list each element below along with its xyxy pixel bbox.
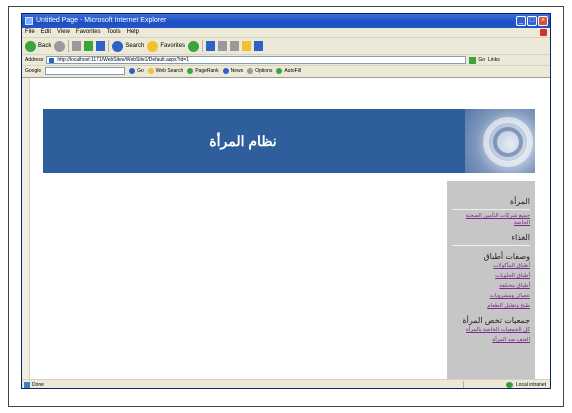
nav-heading-food: الغذاء [511,233,530,242]
close-button[interactable]: × [538,16,548,26]
options-label: Options [255,68,273,74]
nav-link-all-associations[interactable]: كل الجمعيات الخاصة بالمرأة [452,327,530,334]
windows-logo-icon [540,29,547,36]
banner-title: نظام المرأة [209,133,277,149]
google-autofill[interactable]: AutoFill [276,68,301,74]
web-search-icon [147,68,154,74]
news-icon [222,68,229,74]
web-search-label: Web Search [155,68,184,74]
nav-link-violence[interactable]: العنف ضد المرأة [452,337,530,344]
menu-bar: File Edit View Favorites Tools Help [22,28,550,37]
menu-file[interactable]: File [25,28,35,37]
page-banner: نظام المرأة [43,109,535,173]
done-page-icon [24,382,30,388]
stop-icon[interactable] [72,41,82,51]
window-controls: _ □ × [516,16,548,26]
google-search-input[interactable] [45,67,126,75]
menu-favorites[interactable]: Favorites [76,28,101,37]
minimize-button[interactable]: _ [516,16,526,26]
nav-link-misc[interactable]: أطباق مختلفة [452,283,530,290]
search-icon [112,40,124,52]
google-web-search[interactable]: Web Search [147,68,184,74]
google-options[interactable]: Options [247,68,272,74]
google-pagerank[interactable]: PageRank [187,68,219,74]
favorites-label: Favorites [160,43,186,49]
ie-icon [25,17,33,25]
menu-help[interactable]: Help [127,28,139,37]
menu-tools[interactable]: Tools [107,28,121,37]
standard-toolbar: Back Search Favorites [22,37,550,54]
status-bar: Done Local intranet [22,379,550,388]
google-label: Google [25,68,42,74]
status-text: Done [32,382,44,388]
status-divider [463,381,464,388]
nav-link-dishes[interactable]: أطباق المأكولات [452,263,530,270]
google-news[interactable]: News [222,68,244,74]
pagerank-icon [187,68,194,74]
print-icon[interactable] [230,41,240,51]
toolbar-separator [108,40,110,52]
nav-link-insurance[interactable]: جميع شركات التأمين الصحية الخاصة [452,213,530,227]
menu-view[interactable]: View [57,28,70,37]
refresh-icon[interactable] [84,41,94,51]
nav-link-drinks[interactable]: عصائر ومشروبات [452,293,530,300]
mail-icon[interactable] [218,41,228,51]
back-arrow-icon [25,40,36,52]
menu-edit[interactable]: Edit [41,28,51,37]
nav-heading-recipes: وصفات أطباق [483,252,530,261]
nav-heading-woman: المرأة [509,197,530,206]
options-icon [247,68,254,74]
intranet-icon [505,382,513,388]
google-go-button[interactable]: Go [129,68,144,74]
disc-inner-graphic [493,127,523,157]
go-button[interactable]: Go [469,56,486,64]
favorites-button[interactable]: Favorites [147,40,186,52]
address-bar: Address http://localhost:1171/WebSites/W… [22,54,550,65]
home-icon[interactable] [96,41,106,51]
google-toolbar: Google Go Web Search PageRank News Optio… [22,65,550,76]
toolbar-separator [202,40,204,52]
nav-link-desserts[interactable]: أطباق الحلويات [452,273,530,280]
go-arrow-icon [469,56,477,64]
address-label: Address [25,57,44,63]
vertical-scrollbar[interactable] [22,78,30,379]
news-label: News [230,68,244,74]
history-icon[interactable] [206,41,216,51]
star-icon [147,40,159,52]
google-go-label: Go [137,68,144,74]
security-zone: Local intranet [505,380,546,388]
back-label: Back [38,43,52,49]
search-label: Search [125,43,145,49]
nav-divider [452,209,530,210]
nav-link-cooking[interactable]: طبخ وتقليل الطعام [452,303,530,310]
folder-icon[interactable] [242,41,252,51]
maximize-button[interactable]: □ [527,16,537,26]
messenger-icon[interactable] [254,41,264,51]
banner-disc-image [465,109,535,173]
title-bar[interactable]: Untitled Page - Microsoft Internet Explo… [22,14,550,28]
forward-button[interactable] [54,40,66,52]
right-sidebar-nav: المرأة جميع شركات التأمين الصحية الخاصة … [447,181,535,379]
address-input[interactable]: http://localhost:1171/WebSites/WebSite1/… [46,56,467,64]
window-title: Untitled Page - Microsoft Internet Explo… [36,17,167,24]
page-viewport[interactable]: نظام المرأة المرأة جميع شركات التأمين ال… [22,77,550,379]
back-button[interactable]: Back [25,40,52,52]
go-label: Go [478,57,486,63]
media-icon[interactable] [188,40,200,52]
toolbar-separator [68,40,70,52]
pagerank-label: PageRank [195,68,219,74]
links-label[interactable]: Links [488,57,500,63]
google-search-icon [129,68,136,74]
nav-heading-associations: جمعيات تخص المرأة [462,316,530,325]
zone-label: Local intranet [515,382,546,388]
autofill-label: AutoFill [284,68,302,74]
nav-divider [452,245,530,246]
autofill-icon [276,68,283,74]
search-button[interactable]: Search [112,40,145,52]
address-url: http://localhost:1171/WebSites/WebSite1/… [57,57,189,63]
page-icon [49,58,55,63]
browser-window: Untitled Page - Microsoft Internet Explo… [21,13,551,389]
